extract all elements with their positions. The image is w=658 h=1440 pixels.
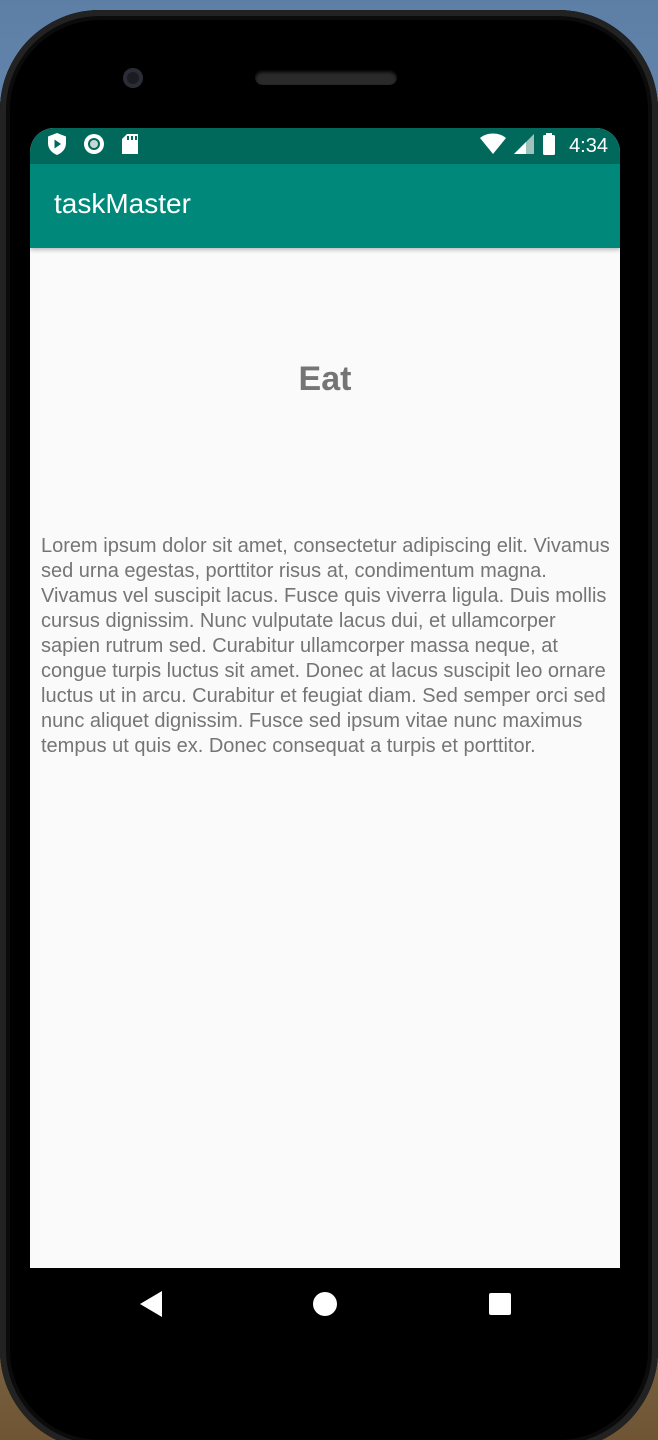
- status-notification-icons: [46, 132, 140, 160]
- status-system-icons: 4:34: [479, 132, 608, 160]
- earpiece-speaker: [255, 70, 397, 85]
- shield-play-icon: [46, 132, 68, 160]
- task-title: Eat: [298, 360, 352, 398]
- wifi-icon: [479, 133, 507, 159]
- sd-card-icon: [120, 132, 140, 160]
- screen: 4:34 taskMaster Eat Lorem ipsum dolor si…: [30, 128, 620, 1268]
- circle-sync-icon: [82, 132, 106, 160]
- home-icon[interactable]: [307, 1286, 343, 1322]
- app-bar: taskMaster: [30, 164, 620, 248]
- battery-icon: [541, 132, 557, 160]
- navigation-bar: [30, 1268, 620, 1340]
- app-title: taskMaster: [54, 188, 191, 219]
- task-description: Lorem ipsum dolor sit amet, consectetur …: [41, 535, 610, 757]
- back-icon[interactable]: [132, 1286, 168, 1322]
- cell-signal-icon: [513, 133, 535, 159]
- status-bar: 4:34: [30, 128, 620, 164]
- status-time: 4:34: [569, 134, 608, 157]
- recents-icon[interactable]: [482, 1286, 518, 1322]
- front-camera: [123, 68, 143, 88]
